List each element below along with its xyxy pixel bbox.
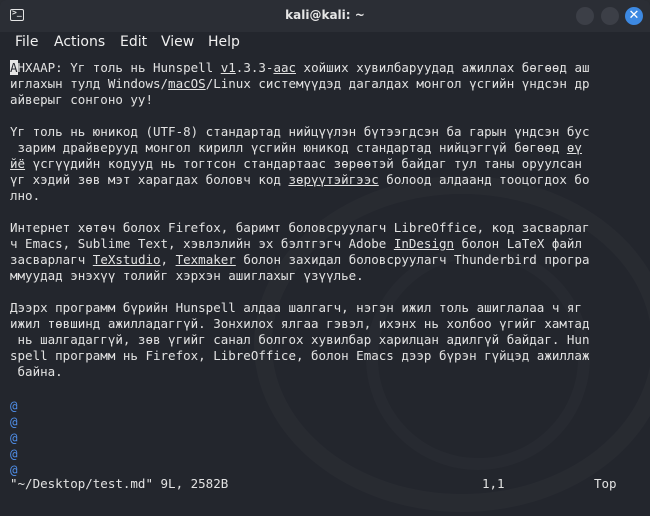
menu-file[interactable]: File: [15, 34, 38, 50]
text-segment: НХААР: Үг толь нь Hunspell: [17, 60, 221, 75]
text-segment: байна.: [10, 364, 63, 379]
text-segment: үсгүүдийн кодууд нь тогтсон стандартаас …: [25, 156, 582, 171]
menu-edit[interactable]: Edit: [120, 34, 147, 50]
text-segment: засварлагч: [10, 252, 93, 267]
text-line: засварлагч TeXstudio, Texmaker болон зах…: [10, 252, 590, 267]
text-line: Үг толь нь юникод (UTF-8) стандартад ний…: [10, 124, 589, 139]
empty-line-marker: @: [10, 430, 18, 445]
misspelled-word: aac: [273, 60, 297, 75]
text-segment: Дээрх программ бүрийн Hunspell алдаа шал…: [10, 300, 582, 315]
text-segment: ч Emacs, Sublime Text, хэвлэлийн эх бэлт…: [10, 236, 394, 251]
text-segment: Интернет хөтөч болох Firefox, баримт бол…: [10, 220, 590, 235]
empty-line-marker: @: [10, 398, 18, 413]
misspelled-word: TeXstudio: [92, 252, 161, 267]
text-segment: болон LaTeX файл: [454, 236, 582, 251]
text-line: лно.: [10, 188, 40, 203]
text-line: Дээрх программ бүрийн Hunspell алдаа шал…: [10, 300, 582, 315]
empty-line-marker: @: [10, 414, 18, 429]
text-segment: ,: [160, 252, 176, 267]
text-line: зарим драйверууд монгол кирилл үсгийн юн…: [10, 140, 582, 155]
minimize-button[interactable]: [576, 7, 594, 25]
text-segment: .3.3-: [235, 60, 274, 75]
text-line: байна.: [10, 364, 63, 379]
text-cursor: А: [10, 60, 18, 75]
menu-bar: File Actions Edit View Help: [0, 32, 650, 56]
text-line: Интернет хөтөч болох Firefox, баримт бол…: [10, 220, 589, 235]
misspelled-word: Texmaker: [175, 252, 236, 267]
text-line: ч Emacs, Sublime Text, хэвлэлийн эх бэлт…: [10, 236, 582, 251]
text-line: ммуудад энэхүү толийг хэрхэн ашиглахыг ү…: [10, 268, 364, 283]
terminal-window: >_ kali@kali: ~ ✕ File Actions Edit View…: [0, 0, 650, 516]
empty-line-marker: @: [10, 462, 18, 477]
status-cursor-position: 1,1: [482, 476, 505, 491]
misspelled-word: macOS: [168, 76, 206, 91]
status-file-info: "~/Desktop/test.md" 9L, 2582B: [10, 476, 229, 491]
text-segment: болоод алдаанд тооцогдох бо: [378, 172, 590, 187]
text-segment: айверыг сонгоно уу!: [10, 92, 153, 107]
misspelled-word: v1: [220, 60, 236, 75]
text-line: АНХААР: Үг толь нь Hunspell v1.3.3-aac х…: [10, 60, 590, 75]
text-segment: зарим драйверууд монгол кирилл үсгийн юн…: [10, 140, 567, 155]
text-segment: иглахын тулд Windows/: [10, 76, 169, 91]
window-title: kali@kali: ~: [285, 8, 365, 22]
text-segment: Үг толь нь юникод (UTF-8) стандартад ний…: [10, 124, 590, 139]
menu-actions[interactable]: Actions: [54, 34, 105, 50]
status-scroll: Top: [594, 476, 617, 491]
text-segment: /Linux системүүдэд дагалдах монгол үсгий…: [205, 76, 590, 91]
menu-help[interactable]: Help: [208, 34, 240, 50]
text-segment: spell программ нь Firefox, LibreOffice, …: [10, 348, 590, 363]
close-button[interactable]: ✕: [625, 7, 643, 25]
text-line: үг хэдий зөв мэт харагдах боловч код зөр…: [10, 172, 589, 187]
terminal-area[interactable]: АНХААР: Үг толь нь Hunspell v1.3.3-aac х…: [0, 56, 650, 516]
text-segment: ммуудад энэхүү толийг хэрхэн ашиглахыг ү…: [10, 268, 364, 283]
misspelled-word: өү: [566, 140, 582, 155]
text-segment: ижил төвшинд ажилладаггүй. Зонхилох ялга…: [10, 316, 590, 331]
text-segment: үг хэдий зөв мэт харагдах боловч код: [10, 172, 289, 187]
close-icon: ✕: [628, 8, 640, 23]
menu-view[interactable]: View: [161, 34, 194, 50]
misspelled-word: зөрүүтэйгээс: [288, 172, 379, 187]
text-line: иглахын тулд Windows/macOS/Linux системү…: [10, 76, 590, 91]
text-line: spell программ нь Firefox, LibreOffice, …: [10, 348, 589, 363]
maximize-button[interactable]: [601, 7, 619, 25]
title-bar[interactable]: >_ kali@kali: ~ ✕: [0, 0, 650, 32]
misspelled-word: йё: [10, 156, 26, 171]
text-line: нь шалгадаггүй, зөв үгийг санал болгох х…: [10, 332, 590, 347]
text-line: айверыг сонгоно уу!: [10, 92, 153, 107]
empty-line-marker: @: [10, 446, 18, 461]
text-segment: нь шалгадаггүй, зөв үгийг санал болгох х…: [10, 332, 590, 347]
misspelled-word: InDesign: [393, 236, 455, 251]
text-line: йё үсгүүдийн кодууд нь тогтсон стандарта…: [10, 156, 582, 171]
text-segment: болон захидал боловсруулагч Thunderbird …: [235, 252, 590, 267]
text-line: ижил төвшинд ажилладаггүй. Зонхилох ялга…: [10, 316, 589, 331]
text-segment: хойших хувилбаруудад ажиллах бөгөөд аш: [296, 60, 590, 75]
text-segment: лно.: [10, 188, 41, 203]
